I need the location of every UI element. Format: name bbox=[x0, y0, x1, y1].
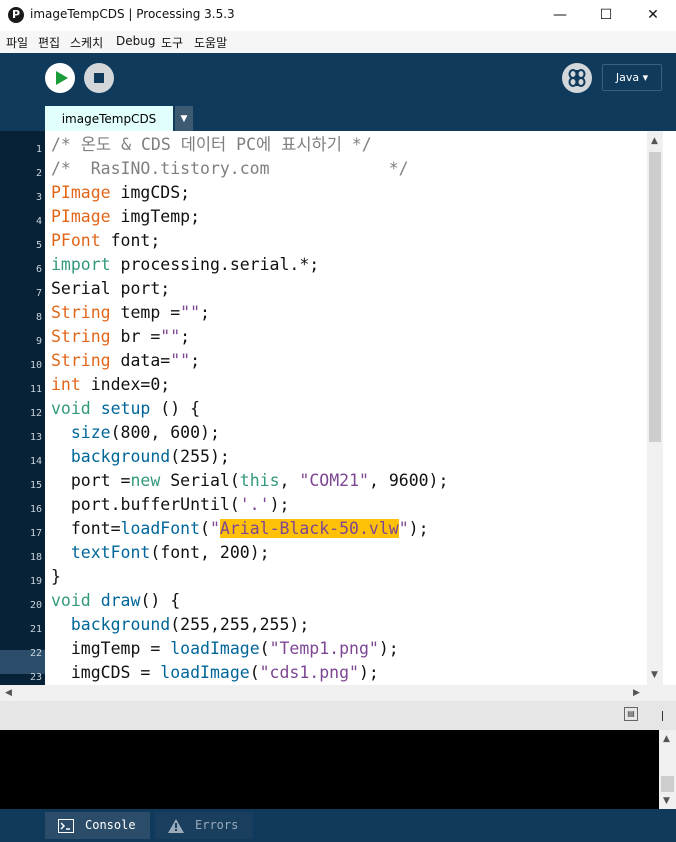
toolbar: Java ▾ bbox=[0, 53, 676, 103]
line-number: 5 bbox=[35, 240, 42, 251]
line-number: 2 bbox=[35, 168, 42, 179]
processing-logo-icon: P bbox=[8, 7, 24, 23]
line-number: 6 bbox=[35, 264, 42, 275]
console-scroll-thumb[interactable] bbox=[661, 776, 674, 792]
debug-mode-button[interactable] bbox=[562, 63, 592, 93]
editor-horizontal-scrollbar[interactable] bbox=[0, 685, 647, 701]
title-bar: P imageTempCDS | Processing 3.5.3 — ☐ ✕ bbox=[0, 0, 676, 31]
code-line-1[interactable]: /* 온도 & CDS 데이터 PC에 표시하기 */ bbox=[51, 133, 372, 157]
code-line-5[interactable]: PFont font; bbox=[51, 229, 160, 253]
window-title: imageTempCDS | Processing 3.5.3 bbox=[30, 7, 235, 21]
code-line-15[interactable]: port =new Serial(this, "COM21", 9600); bbox=[51, 469, 449, 493]
scroll-up-icon[interactable]: ▲ bbox=[651, 136, 658, 146]
bottom-tab-bar: Console Errors bbox=[0, 809, 676, 842]
menu-debug[interactable]: Debug bbox=[116, 34, 155, 48]
line-number: 17 bbox=[29, 528, 42, 539]
line-number: 16 bbox=[29, 504, 42, 515]
code-line-11[interactable]: int index=0; bbox=[51, 373, 170, 397]
line-number: 22 bbox=[29, 648, 42, 659]
stop-button[interactable] bbox=[84, 63, 114, 93]
line-number: 1 bbox=[35, 144, 42, 155]
console-scroll-down-icon[interactable]: ▼ bbox=[663, 796, 670, 806]
code-line-7[interactable]: Serial port; bbox=[51, 277, 170, 301]
line-number: 19 bbox=[29, 576, 42, 587]
code-line-23[interactable]: imgCDS = loadImage("cds1.png"); bbox=[51, 661, 379, 685]
editor-right-margin bbox=[663, 131, 676, 685]
status-divider bbox=[662, 711, 663, 721]
line-number: 11 bbox=[29, 384, 42, 395]
code-line-2[interactable]: /* RasINO.tistory.com */ bbox=[51, 157, 409, 181]
line-number: 4 bbox=[35, 216, 42, 227]
menu-edit[interactable]: 편집 bbox=[38, 34, 60, 51]
tab-menu-button[interactable]: ▼ bbox=[175, 106, 193, 131]
line-number: 15 bbox=[29, 480, 42, 491]
console-scroll-up-icon[interactable]: ▲ bbox=[663, 734, 670, 744]
line-number: 10 bbox=[29, 360, 42, 371]
line-number: 8 bbox=[35, 312, 42, 323]
code-line-13[interactable]: size(800, 600); bbox=[51, 421, 220, 445]
scroll-down-icon[interactable]: ▼ bbox=[651, 670, 658, 680]
status-bar bbox=[0, 701, 676, 730]
butterfly-icon bbox=[568, 69, 586, 87]
close-button[interactable]: ✕ bbox=[630, 0, 676, 31]
code-line-22[interactable]: imgTemp = loadImage("Temp1.png"); bbox=[51, 637, 399, 661]
code-line-21[interactable]: background(255,255,255); bbox=[51, 613, 309, 637]
code-line-8[interactable]: String temp =""; bbox=[51, 301, 210, 325]
warning-icon bbox=[168, 819, 184, 833]
tab-errors[interactable]: Errors bbox=[155, 812, 253, 839]
line-number: 9 bbox=[35, 336, 42, 347]
menu-sketch[interactable]: 스케치 bbox=[70, 34, 103, 51]
code-line-12[interactable]: void setup () { bbox=[51, 397, 200, 421]
mode-selector[interactable]: Java ▾ bbox=[602, 64, 662, 91]
code-line-6[interactable]: import processing.serial.*; bbox=[51, 253, 319, 277]
editor-scroll-thumb[interactable] bbox=[649, 152, 661, 442]
line-number: 21 bbox=[29, 624, 42, 635]
code-line-14[interactable]: background(255); bbox=[51, 445, 230, 469]
line-number: 13 bbox=[29, 432, 42, 443]
line-number-gutter: 1 2 3 4 5 6 7 8 9 10 11 12 13 14 15 16 1… bbox=[0, 131, 45, 685]
line-number: 18 bbox=[29, 552, 42, 563]
line-number: 3 bbox=[35, 192, 42, 203]
console-toggle-icon[interactable]: ▤ bbox=[624, 707, 638, 721]
line-number: 7 bbox=[35, 288, 42, 299]
stop-icon bbox=[94, 73, 104, 83]
code-line-3[interactable]: PImage imgCDS; bbox=[51, 181, 190, 205]
code-line-9[interactable]: String br =""; bbox=[51, 325, 190, 349]
menu-file[interactable]: 파일 bbox=[6, 34, 28, 51]
scroll-right-icon[interactable]: ▶ bbox=[633, 688, 640, 698]
minimize-button[interactable]: — bbox=[537, 0, 583, 31]
line-number: 20 bbox=[29, 600, 42, 611]
errors-tab-label: Errors bbox=[195, 818, 239, 832]
code-line-17[interactable]: font=loadFont("Arial-Black-50.vlw"); bbox=[51, 517, 429, 541]
scroll-left-icon[interactable]: ◀ bbox=[5, 688, 12, 698]
tab-console[interactable]: Console bbox=[45, 812, 150, 839]
code-line-18[interactable]: textFont(font, 200); bbox=[51, 541, 270, 565]
line-number: 14 bbox=[29, 456, 42, 467]
menu-help[interactable]: 도움말 bbox=[194, 34, 227, 51]
code-line-19[interactable]: } bbox=[51, 565, 61, 589]
code-editor[interactable]: /* 온도 & CDS 데이터 PC에 표시하기 *//* RasINO.tis… bbox=[45, 131, 647, 685]
console-tab-label: Console bbox=[85, 818, 136, 832]
tab-imagetempcds[interactable]: imageTempCDS bbox=[45, 106, 173, 131]
maximize-button[interactable]: ☐ bbox=[583, 0, 629, 31]
menu-tools[interactable]: 도구 bbox=[161, 34, 183, 51]
line-number: 12 bbox=[29, 408, 42, 419]
console-output[interactable] bbox=[0, 730, 659, 809]
play-icon bbox=[56, 71, 68, 85]
code-line-16[interactable]: port.bufferUntil('.'); bbox=[51, 493, 290, 517]
scrollbar-corner bbox=[647, 685, 676, 701]
code-line-4[interactable]: PImage imgTemp; bbox=[51, 205, 200, 229]
terminal-icon bbox=[58, 819, 74, 833]
run-button[interactable] bbox=[45, 63, 75, 93]
tab-bar: imageTempCDS ▼ bbox=[0, 103, 676, 131]
menu-bar: 파일 편집 스케치 Debug 도구 도움말 bbox=[0, 31, 676, 53]
code-line-10[interactable]: String data=""; bbox=[51, 349, 200, 373]
code-line-20[interactable]: void draw() { bbox=[51, 589, 180, 613]
